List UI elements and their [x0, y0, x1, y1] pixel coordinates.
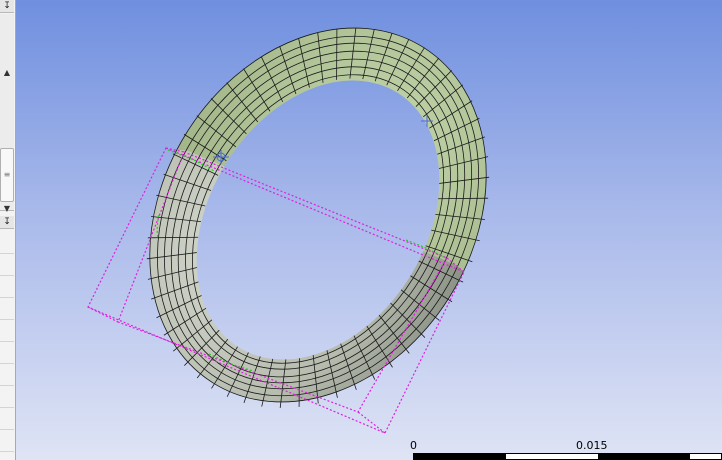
torus-model[interactable] — [16, 0, 722, 460]
scroll-up-icon[interactable]: ▲ — [0, 66, 14, 80]
scroll-down-icon[interactable]: ▼ — [0, 202, 14, 216]
scale-label-start: 0 — [410, 439, 417, 452]
scale-bar — [413, 453, 722, 460]
scale-segment — [414, 454, 506, 459]
torus-body[interactable] — [82, 0, 555, 460]
vertical-scrollbar[interactable]: ▲ ≡ ▼ — [0, 14, 14, 213]
scale-segment — [598, 454, 690, 459]
details-grid — [0, 232, 14, 460]
scale-label-mid: 0.015 — [576, 439, 608, 452]
pin-icon-lower[interactable]: ↧ — [0, 216, 14, 229]
graphics-viewport[interactable]: 0 0.015 — [16, 0, 722, 460]
left-panel: ↧ ▲ ≡ ▼ ↧ — [0, 0, 16, 460]
scroll-thumb-icon[interactable]: ≡ — [0, 148, 14, 202]
pin-icon[interactable]: ↧ — [0, 0, 14, 13]
